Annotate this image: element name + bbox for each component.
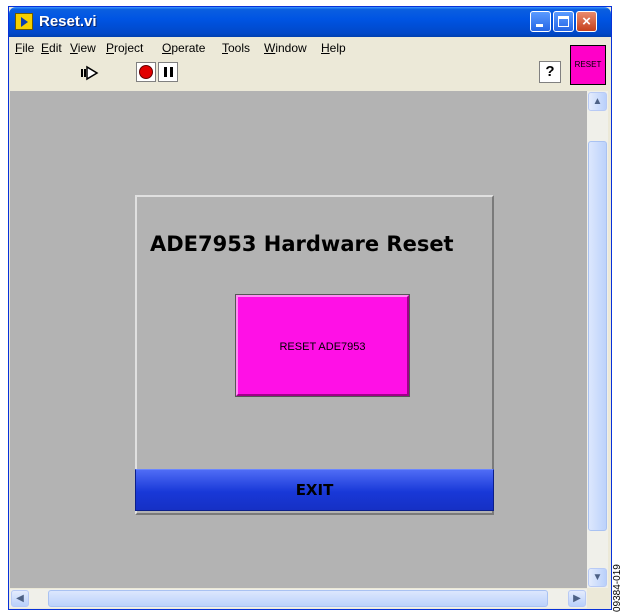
menu-help[interactable]: Help [321,41,346,55]
vi-icon: RESET [570,45,606,85]
close-button[interactable]: × [576,11,597,32]
menu-tools[interactable]: Tools [222,41,250,55]
pause-button[interactable] [158,62,178,82]
menu-window[interactable]: Window [264,41,307,55]
menu-file[interactable]: File [15,41,34,55]
reset-button-label: RESET ADE7953 [279,341,366,353]
close-icon: × [582,13,591,30]
maximize-icon [558,16,569,27]
scroll-down-button[interactable]: ▼ [588,568,607,587]
menu-bar: File Edit View Project Operate Tools Win… [9,37,569,59]
pause-icon [164,67,167,77]
reset-ade7953-button[interactable]: RESET ADE7953 [236,295,409,396]
menu-view[interactable]: View [70,41,96,55]
menu-project[interactable]: Project [106,41,143,55]
minimize-icon [536,24,543,27]
panel-heading: ADE7953 Hardware Reset [150,232,454,256]
exit-button-label: EXIT [295,481,334,499]
scroll-left-button[interactable]: ◀ [11,590,29,607]
abort-stop-icon [139,65,153,79]
abort-button[interactable] [136,62,156,82]
menu-edit[interactable]: Edit [41,41,62,55]
labview-vi-icon [15,13,33,30]
scroll-up-button[interactable]: ▲ [588,92,607,111]
vertical-scrollbar[interactable]: ▲ ▼ [587,91,608,588]
context-help-button[interactable]: ? [539,61,561,83]
pause-icon-bar [170,67,173,77]
horizontal-scrollbar[interactable]: ◀ ▶ [10,589,587,608]
figure-id: 09384-019 [612,564,623,612]
maximize-button[interactable] [553,11,574,32]
menu-operate[interactable]: Operate [162,41,205,55]
exit-button[interactable]: EXIT [135,469,494,511]
window-title: Reset.vi [39,13,97,30]
run-arrow-icon[interactable] [79,62,101,84]
vertical-scroll-thumb[interactable] [588,141,607,531]
scroll-right-button[interactable]: ▶ [568,590,586,607]
minimize-button[interactable] [530,11,551,32]
title-bar[interactable]: Reset.vi × [9,7,611,37]
toolbar: ? [9,59,569,87]
horizontal-scroll-thumb[interactable] [48,590,548,607]
